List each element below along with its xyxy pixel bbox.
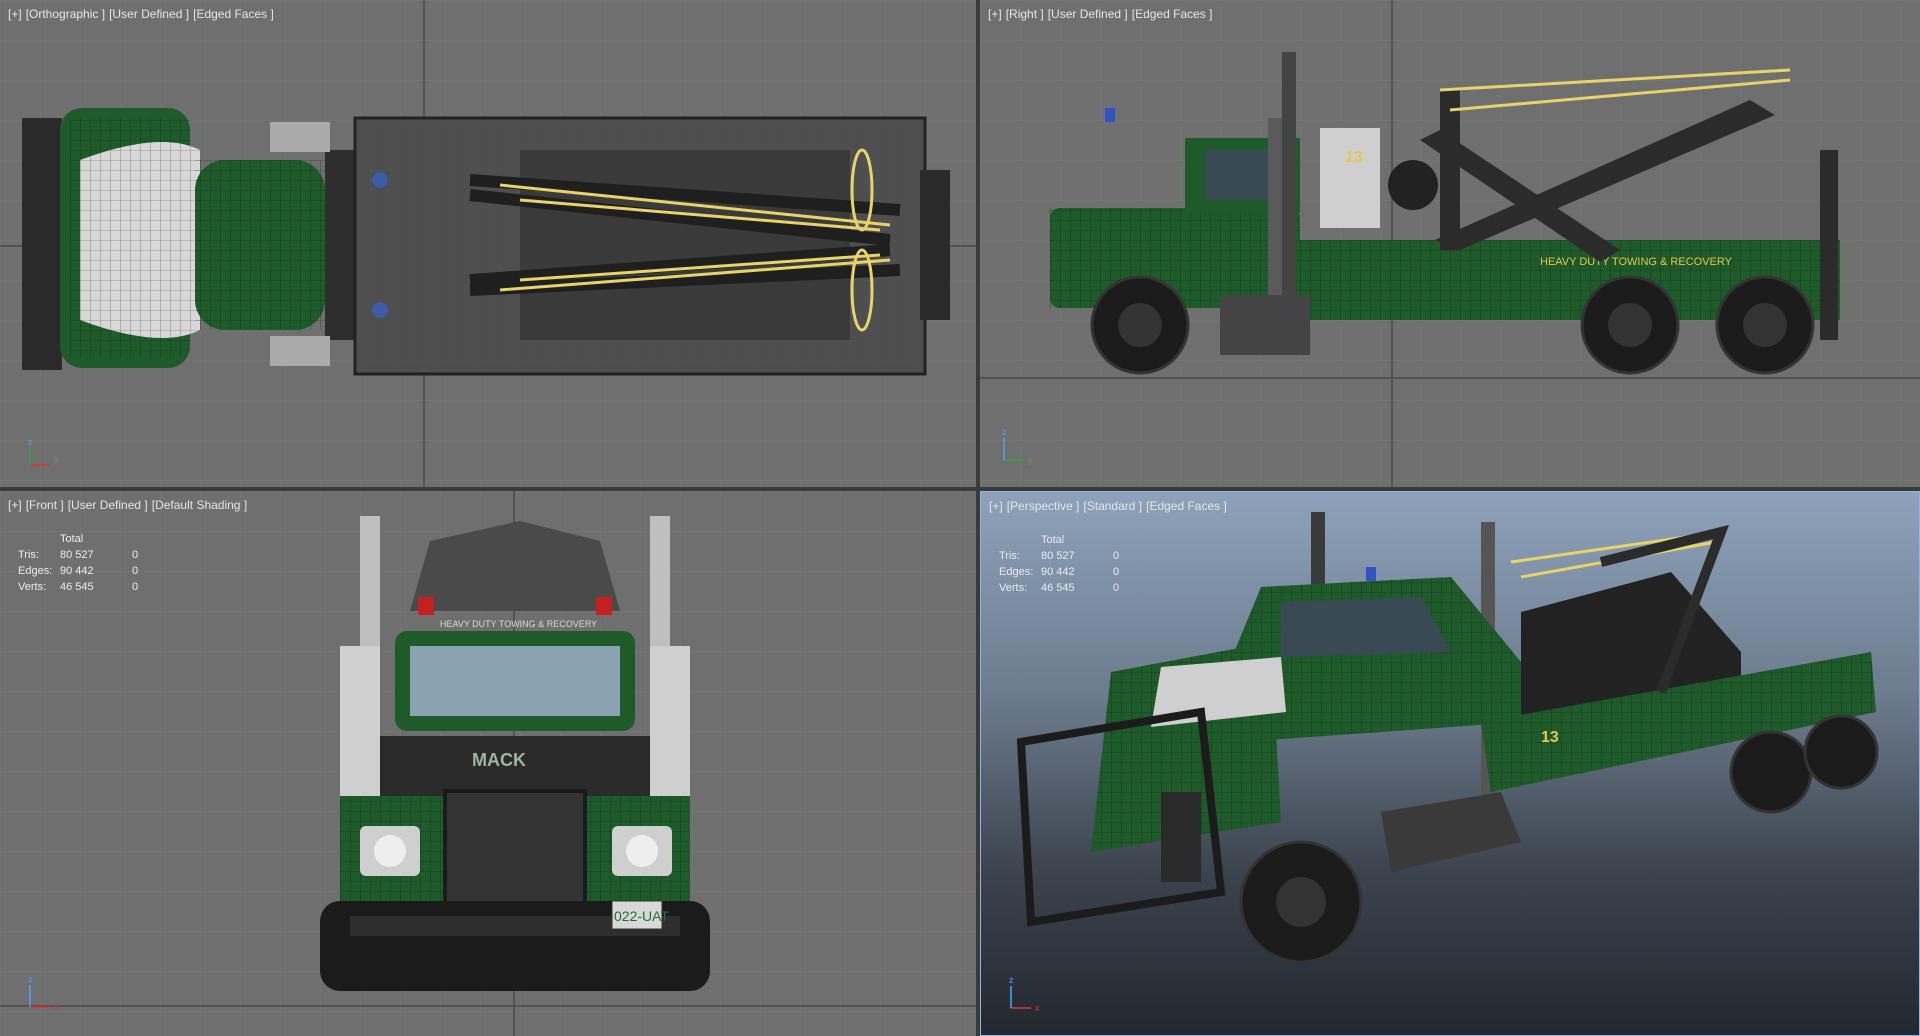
axis-label: z xyxy=(28,974,33,984)
viewport-menu-plus[interactable]: [+] xyxy=(8,498,22,512)
orthographic-scene: y z xyxy=(0,0,976,487)
stats-header: Total xyxy=(1041,534,1065,546)
truck-front-view: HEAVY DUTY TOWING & RECOVERY MACK 022-UA… xyxy=(320,516,710,991)
stats-key: Tris: xyxy=(18,549,39,561)
stats-selected: 0 xyxy=(1113,550,1120,562)
view-type-menu[interactable]: [Perspective ] xyxy=(1007,499,1080,513)
stats-total: 46 545 xyxy=(60,581,94,593)
viewport-right[interactable]: 13 HEAVY DUTY TOWING & RECOVERY z y [+] … xyxy=(980,0,1920,487)
axis-label: y xyxy=(54,453,59,463)
shading-menu[interactable]: [Default Shading ] xyxy=(152,498,247,512)
statistics-panel: Total Tris: 80 527 0 Edges: 90 442 0 Verts: 4… xyxy=(18,531,152,595)
stats-total: 80 527 xyxy=(1041,550,1075,562)
stats-total: 46 545 xyxy=(1041,582,1075,594)
axis-label: y xyxy=(1028,455,1033,465)
stats-key: Edges: xyxy=(999,566,1034,578)
viewport-menu-plus[interactable]: [+] xyxy=(8,7,22,21)
view-preset-menu[interactable]: [User Defined ] xyxy=(109,7,189,21)
license-plate: 022-UAT xyxy=(614,908,669,924)
stats-selected: 0 xyxy=(1113,582,1120,594)
truck-number: 13 xyxy=(1345,149,1363,166)
stats-selected: 0 xyxy=(132,565,139,577)
axis-label: x xyxy=(1035,1003,1040,1013)
view-type-menu[interactable]: [Orthographic ] xyxy=(26,7,105,21)
header-text: HEAVY DUTY TOWING & RECOVERY xyxy=(440,619,597,629)
stats-key: Verts: xyxy=(999,582,1028,594)
stats-key: Tris: xyxy=(999,550,1020,562)
statistics-panel: Total Tris: 80 527 0 Edges: 90 442 0 Verts: 4… xyxy=(999,532,1133,596)
stats-total: 90 442 xyxy=(1041,566,1075,578)
viewport-front[interactable]: HEAVY DUTY TOWING & RECOVERY MACK 022-UA… xyxy=(0,491,976,1036)
truck-number-perspective: 13 xyxy=(1541,729,1559,746)
stats-key: Verts: xyxy=(18,581,47,593)
stats-key: Edges: xyxy=(18,565,53,577)
viewport-orthographic[interactable]: y z [+] [Orthographic ] [User Defined ] [Ed… xyxy=(0,0,976,487)
view-type-menu[interactable]: [Front ] xyxy=(26,498,64,512)
viewport-label: [+] [Orthographic ] [User Defined ] [Edged … xyxy=(8,7,278,21)
axis-label: z xyxy=(28,437,33,447)
axis-label: z xyxy=(1002,427,1007,437)
viewport-perspective[interactable]: 13 z x [+] [Perspective ] [Standard ] [Edge… xyxy=(980,491,1920,1036)
view-type-menu[interactable]: [Right ] xyxy=(1006,7,1044,21)
stats-total: 90 442 xyxy=(60,565,94,577)
stats-total: 80 527 xyxy=(60,549,94,561)
axis-label: z xyxy=(1009,975,1014,985)
viewport-menu-plus[interactable]: [+] xyxy=(989,499,1003,513)
shading-menu[interactable]: [Edged Faces ] xyxy=(193,7,274,21)
view-preset-menu[interactable]: [User Defined ] xyxy=(68,498,148,512)
side-text: HEAVY DUTY TOWING & RECOVERY xyxy=(1540,256,1733,268)
view-preset-menu[interactable]: [User Defined ] xyxy=(1048,7,1128,21)
view-preset-menu[interactable]: [Standard ] xyxy=(1083,499,1142,513)
viewport-label: [+] [Right ] [User Defined ] [Edged Faces ] xyxy=(988,7,1216,21)
shading-menu[interactable]: [Edged Faces ] xyxy=(1132,7,1213,21)
viewport-menu-plus[interactable]: [+] xyxy=(988,7,1002,21)
front-badge: MACK xyxy=(472,750,526,770)
stats-selected: 0 xyxy=(132,549,139,561)
shading-menu[interactable]: [Edged Faces ] xyxy=(1146,499,1227,513)
right-scene: 13 HEAVY DUTY TOWING & RECOVERY z y xyxy=(980,0,1920,487)
axis-label: x xyxy=(54,1002,59,1012)
truck-perspective-view: 13 xyxy=(1016,512,1879,964)
stats-header: Total xyxy=(60,533,84,545)
stats-selected: 0 xyxy=(1113,566,1120,578)
axis-gizmo-perspective: z x xyxy=(1009,975,1040,1013)
truck-top-view xyxy=(22,108,950,376)
viewport-label: [+] [Perspective ] [Standard ] [Edged Faces… xyxy=(989,499,1231,513)
viewport-label: [+] [Front ] [User Defined ] [Default Shadi… xyxy=(8,498,251,512)
stats-selected: 0 xyxy=(132,581,139,593)
